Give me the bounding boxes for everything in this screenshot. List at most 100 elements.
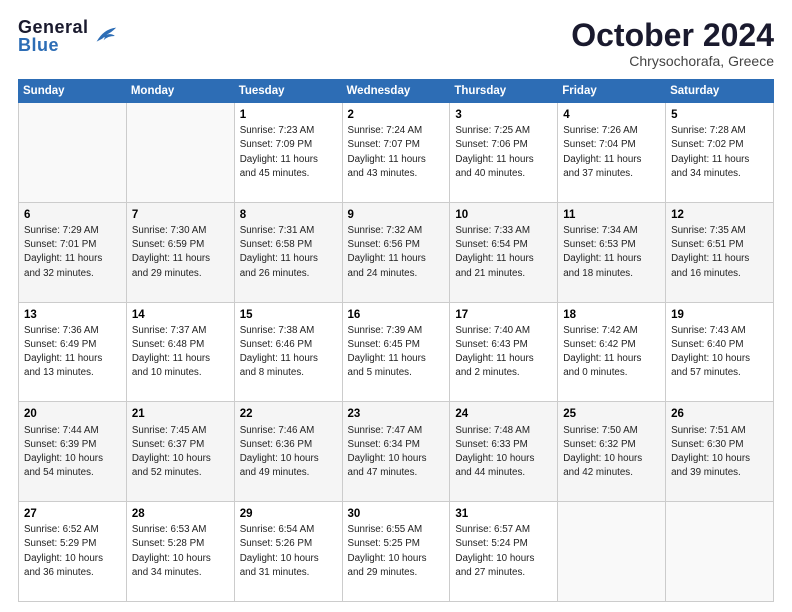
- calendar-cell-5-7: [666, 502, 774, 602]
- calendar-cell-2-3: 8Sunrise: 7:31 AMSunset: 6:58 PMDaylight…: [234, 202, 342, 302]
- calendar-cell-2-5: 10Sunrise: 7:33 AMSunset: 6:54 PMDayligh…: [450, 202, 558, 302]
- day-info: Sunrise: 6:52 AMSunset: 5:29 PMDaylight:…: [24, 523, 121, 580]
- day-info: Sunrise: 7:38 AMSunset: 6:46 PMDaylight:…: [240, 324, 337, 381]
- calendar-cell-1-2: [126, 103, 234, 203]
- day-info: Sunrise: 7:35 AMSunset: 6:51 PMDaylight:…: [671, 224, 768, 281]
- calendar-cell-5-6: [558, 502, 666, 602]
- day-number: 31: [455, 506, 552, 522]
- day-number: 30: [348, 506, 445, 522]
- day-info: Sunrise: 6:57 AMSunset: 5:24 PMDaylight:…: [455, 523, 552, 580]
- calendar-cell-1-6: 4Sunrise: 7:26 AMSunset: 7:04 PMDaylight…: [558, 103, 666, 203]
- col-thursday: Thursday: [450, 80, 558, 103]
- day-info: Sunrise: 7:36 AMSunset: 6:49 PMDaylight:…: [24, 324, 121, 381]
- day-number: 4: [563, 107, 660, 123]
- day-info: Sunrise: 7:50 AMSunset: 6:32 PMDaylight:…: [563, 424, 660, 481]
- calendar-cell-2-6: 11Sunrise: 7:34 AMSunset: 6:53 PMDayligh…: [558, 202, 666, 302]
- day-info: Sunrise: 7:43 AMSunset: 6:40 PMDaylight:…: [671, 324, 768, 381]
- day-number: 25: [563, 406, 660, 422]
- day-info: Sunrise: 7:24 AMSunset: 7:07 PMDaylight:…: [348, 124, 445, 181]
- calendar-cell-1-1: [19, 103, 127, 203]
- col-friday: Friday: [558, 80, 666, 103]
- day-info: Sunrise: 7:28 AMSunset: 7:02 PMDaylight:…: [671, 124, 768, 181]
- calendar-cell-1-5: 3Sunrise: 7:25 AMSunset: 7:06 PMDaylight…: [450, 103, 558, 203]
- day-info: Sunrise: 7:32 AMSunset: 6:56 PMDaylight:…: [348, 224, 445, 281]
- day-info: Sunrise: 7:42 AMSunset: 6:42 PMDaylight:…: [563, 324, 660, 381]
- location: Chrysochorafa, Greece: [571, 53, 774, 69]
- day-number: 14: [132, 307, 229, 323]
- day-number: 27: [24, 506, 121, 522]
- day-number: 13: [24, 307, 121, 323]
- calendar-table: Sunday Monday Tuesday Wednesday Thursday…: [18, 79, 774, 602]
- calendar-cell-5-4: 30Sunrise: 6:55 AMSunset: 5:25 PMDayligh…: [342, 502, 450, 602]
- calendar-week-1: 1Sunrise: 7:23 AMSunset: 7:09 PMDaylight…: [19, 103, 774, 203]
- day-number: 2: [348, 107, 445, 123]
- day-number: 22: [240, 406, 337, 422]
- day-number: 23: [348, 406, 445, 422]
- day-number: 24: [455, 406, 552, 422]
- col-saturday: Saturday: [666, 80, 774, 103]
- calendar-cell-3-1: 13Sunrise: 7:36 AMSunset: 6:49 PMDayligh…: [19, 302, 127, 402]
- calendar-cell-4-4: 23 Sunrise: 7:47 AMSunset: 6:34 PMDayligh…: [342, 402, 450, 502]
- day-info: Sunrise: 7:31 AMSunset: 6:58 PMDaylight:…: [240, 224, 337, 281]
- day-number: 3: [455, 107, 552, 123]
- day-number: 15: [240, 307, 337, 323]
- calendar-week-2: 6Sunrise: 7:29 AMSunset: 7:01 PMDaylight…: [19, 202, 774, 302]
- calendar-cell-4-5: 24 Sunrise: 7:48 AMSunset: 6:33 PMDayligh…: [450, 402, 558, 502]
- day-number: 16: [348, 307, 445, 323]
- calendar-cell-4-7: 26 Sunrise: 7:51 AMSunset: 6:30 PMDayligh…: [666, 402, 774, 502]
- day-number: 7: [132, 207, 229, 223]
- calendar-cell-3-6: 18Sunrise: 7:42 AMSunset: 6:42 PMDayligh…: [558, 302, 666, 402]
- calendar-cell-4-2: 21Sunrise: 7:45 AMSunset: 6:37 PMDayligh…: [126, 402, 234, 502]
- day-info: Sunrise: 7:34 AMSunset: 6:53 PMDaylight:…: [563, 224, 660, 281]
- day-info: Sunrise: 7:46 AMSunset: 6:36 PMDaylight:…: [240, 424, 337, 481]
- calendar-cell-4-1: 20Sunrise: 7:44 AMSunset: 6:39 PMDayligh…: [19, 402, 127, 502]
- calendar-cell-5-5: 31Sunrise: 6:57 AMSunset: 5:24 PMDayligh…: [450, 502, 558, 602]
- calendar-cell-5-1: 27Sunrise: 6:52 AMSunset: 5:29 PMDayligh…: [19, 502, 127, 602]
- day-info: Sunrise: 7:39 AMSunset: 6:45 PMDaylight:…: [348, 324, 445, 381]
- logo-general-text: General: [18, 18, 89, 36]
- day-info: Sunrise: 6:55 AMSunset: 5:25 PMDaylight:…: [348, 523, 445, 580]
- day-number: 6: [24, 207, 121, 223]
- day-info: Sunrise: 7:30 AMSunset: 6:59 PMDaylight:…: [132, 224, 229, 281]
- calendar-cell-3-7: 19Sunrise: 7:43 AMSunset: 6:40 PMDayligh…: [666, 302, 774, 402]
- calendar-cell-1-7: 5Sunrise: 7:28 AMSunset: 7:02 PMDaylight…: [666, 103, 774, 203]
- day-info: Sunrise: 7:37 AMSunset: 6:48 PMDaylight:…: [132, 324, 229, 381]
- calendar-cell-1-4: 2Sunrise: 7:24 AMSunset: 7:07 PMDaylight…: [342, 103, 450, 203]
- header: General Blue October 2024 Chrysochorafa,…: [18, 18, 774, 69]
- day-number: 10: [455, 207, 552, 223]
- day-info: Sunrise: 7:25 AMSunset: 7:06 PMDaylight:…: [455, 124, 552, 181]
- day-info: Sunrise: 7:47 AMSunset: 6:34 PMDaylight:…: [348, 424, 445, 481]
- logo-bird-icon: [91, 22, 119, 50]
- col-wednesday: Wednesday: [342, 80, 450, 103]
- day-info: Sunrise: 7:48 AMSunset: 6:33 PMDaylight:…: [455, 424, 552, 481]
- title-area: October 2024 Chrysochorafa, Greece: [571, 18, 774, 69]
- calendar-cell-1-3: 1Sunrise: 7:23 AMSunset: 7:09 PMDaylight…: [234, 103, 342, 203]
- day-number: 19: [671, 307, 768, 323]
- day-info: Sunrise: 7:26 AMSunset: 7:04 PMDaylight:…: [563, 124, 660, 181]
- calendar-week-5: 27Sunrise: 6:52 AMSunset: 5:29 PMDayligh…: [19, 502, 774, 602]
- day-number: 9: [348, 207, 445, 223]
- calendar-header-row: Sunday Monday Tuesday Wednesday Thursday…: [19, 80, 774, 103]
- month-title: October 2024: [571, 18, 774, 53]
- day-number: 1: [240, 107, 337, 123]
- calendar-cell-3-5: 17Sunrise: 7:40 AMSunset: 6:43 PMDayligh…: [450, 302, 558, 402]
- logo: General Blue: [18, 18, 89, 54]
- calendar-week-3: 13Sunrise: 7:36 AMSunset: 6:49 PMDayligh…: [19, 302, 774, 402]
- calendar-cell-2-4: 9Sunrise: 7:32 AMSunset: 6:56 PMDaylight…: [342, 202, 450, 302]
- calendar-week-4: 20Sunrise: 7:44 AMSunset: 6:39 PMDayligh…: [19, 402, 774, 502]
- day-number: 18: [563, 307, 660, 323]
- day-info: Sunrise: 7:23 AMSunset: 7:09 PMDaylight:…: [240, 124, 337, 181]
- calendar-cell-4-6: 25 Sunrise: 7:50 AMSunset: 6:32 PMDayligh…: [558, 402, 666, 502]
- day-number: 20: [24, 406, 121, 422]
- day-number: 26: [671, 406, 768, 422]
- col-monday: Monday: [126, 80, 234, 103]
- day-info: Sunrise: 6:53 AMSunset: 5:28 PMDaylight:…: [132, 523, 229, 580]
- day-number: 29: [240, 506, 337, 522]
- day-info: Sunrise: 7:51 AMSunset: 6:30 PMDaylight:…: [671, 424, 768, 481]
- logo-area: General Blue: [18, 18, 119, 54]
- col-sunday: Sunday: [19, 80, 127, 103]
- day-number: 11: [563, 207, 660, 223]
- day-info: Sunrise: 7:33 AMSunset: 6:54 PMDaylight:…: [455, 224, 552, 281]
- calendar-cell-3-3: 15Sunrise: 7:38 AMSunset: 6:46 PMDayligh…: [234, 302, 342, 402]
- calendar-cell-2-7: 12Sunrise: 7:35 AMSunset: 6:51 PMDayligh…: [666, 202, 774, 302]
